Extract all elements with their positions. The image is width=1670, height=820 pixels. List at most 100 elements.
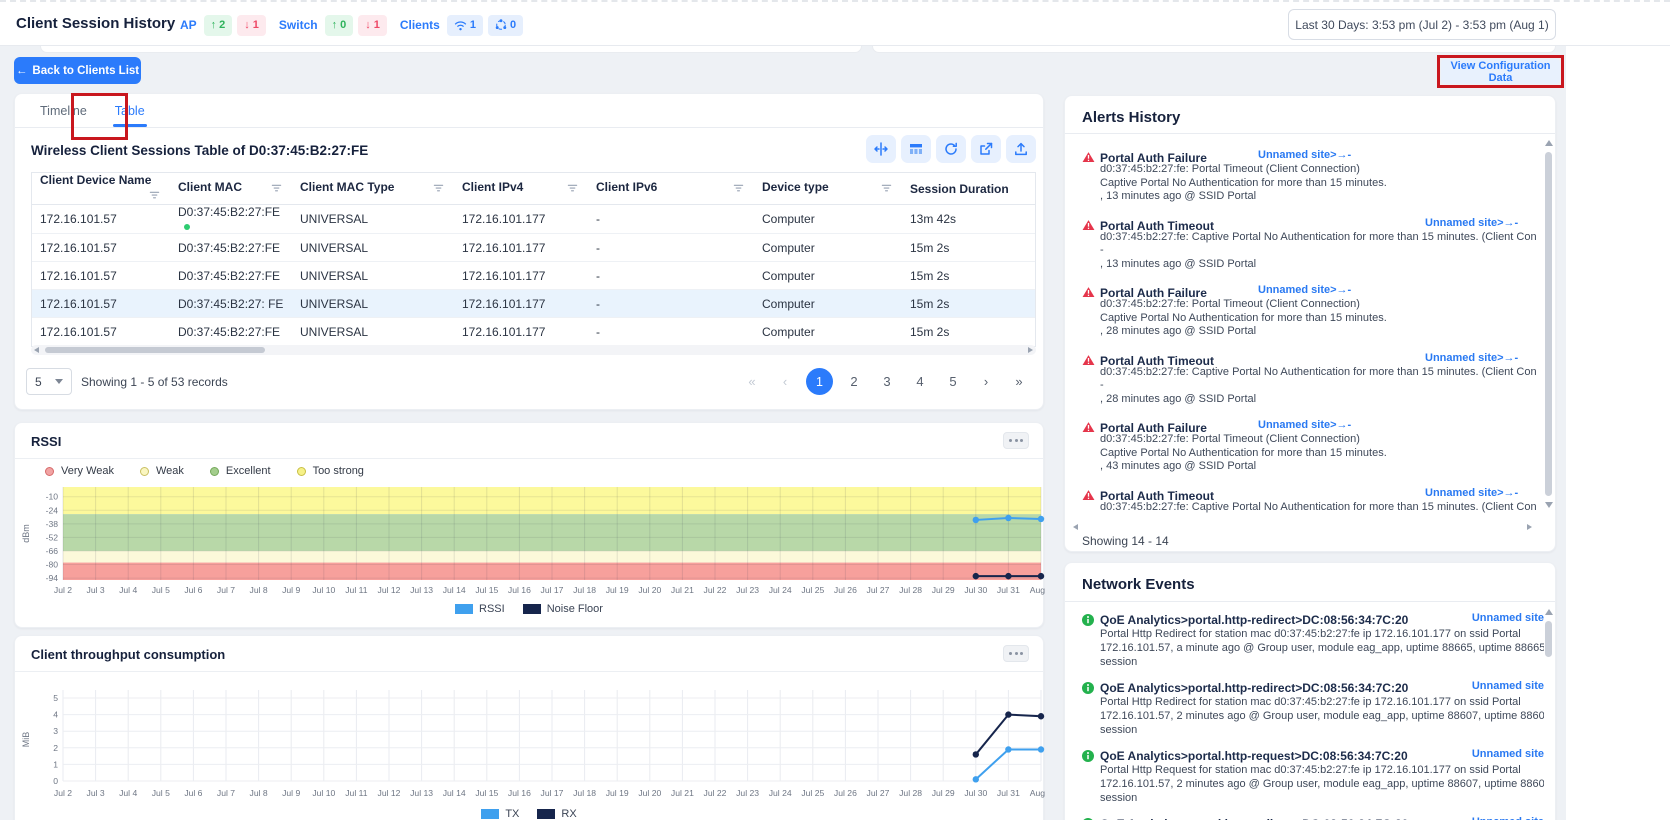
export-icon bbox=[1013, 141, 1029, 157]
alert-header: Portal Auth FailureUnnamed site>→- bbox=[1082, 149, 1537, 163]
pager-last-button[interactable]: » bbox=[1007, 369, 1031, 395]
scroll-right-icon[interactable] bbox=[1028, 347, 1033, 353]
clients-wifi-badge: 1 bbox=[447, 15, 483, 36]
warning-icon bbox=[1082, 150, 1095, 168]
svg-text:Aug 1: Aug 1 bbox=[1030, 788, 1045, 798]
pager-page-button[interactable]: 2 bbox=[842, 369, 866, 395]
scroll-up-icon[interactable] bbox=[1545, 140, 1553, 146]
scrollbar-thumb[interactable] bbox=[45, 347, 265, 353]
legend-label: Weak bbox=[156, 465, 184, 477]
back-to-clients-button[interactable]: ← Back to Clients List bbox=[14, 57, 141, 84]
more-options-button[interactable] bbox=[1003, 645, 1029, 662]
filter-icon[interactable] bbox=[433, 183, 444, 197]
site-link[interactable]: Unnamed site>→- bbox=[1425, 487, 1518, 499]
filter-icon[interactable] bbox=[149, 190, 160, 204]
cell-value: 172.16.101.57 bbox=[40, 297, 117, 311]
divider bbox=[1065, 601, 1555, 602]
alert-title: Portal Auth Timeout bbox=[1100, 489, 1214, 503]
pager-page-button[interactable]: 1 bbox=[806, 368, 833, 395]
column-label: Client Device Name bbox=[40, 173, 151, 187]
pager-next-button[interactable]: › bbox=[974, 369, 998, 395]
series-legend-item: TX bbox=[481, 808, 519, 820]
table-header-row: Client Device Name Client MAC Client MAC T… bbox=[32, 173, 1035, 205]
alerts-page-right-icon[interactable] bbox=[1527, 524, 1532, 530]
export-button[interactable] bbox=[1006, 135, 1036, 163]
tab-table[interactable]: Table bbox=[101, 94, 159, 127]
filter-icon[interactable] bbox=[881, 183, 892, 197]
svg-text:Aug 1: Aug 1 bbox=[1030, 585, 1045, 595]
column-label: Client MAC Type bbox=[300, 180, 394, 194]
svg-text:Jul 25: Jul 25 bbox=[801, 788, 824, 798]
scroll-up-icon[interactable] bbox=[1545, 609, 1553, 615]
event-message-line: Portal Http Request for station mac d0:3… bbox=[1100, 763, 1544, 777]
table-toolbar bbox=[866, 135, 1036, 163]
table-row[interactable]: 172.16.101.57D0:37:45:B2:27:FEUNIVERSAL1… bbox=[32, 318, 1035, 346]
horizontal-scrollbar[interactable] bbox=[31, 345, 1036, 355]
site-link[interactable]: Unnamed site bbox=[1472, 748, 1544, 760]
filter-icon[interactable] bbox=[567, 183, 578, 197]
site-link[interactable]: Unnamed site>→- bbox=[1425, 352, 1518, 364]
more-options-button[interactable] bbox=[1003, 432, 1029, 449]
alert-message-line: , 28 minutes ago @ SSID Portal bbox=[1100, 325, 1537, 339]
alert-header: Portal Auth FailureUnnamed site>→- bbox=[1082, 284, 1537, 298]
scroll-down-icon[interactable] bbox=[1545, 502, 1553, 508]
info-icon bbox=[1082, 681, 1094, 699]
columns-settings-button[interactable] bbox=[901, 135, 931, 163]
filter-icon[interactable] bbox=[733, 183, 744, 197]
cell-value: 15m 2s bbox=[910, 241, 949, 255]
date-range-picker[interactable]: Last 30 Days: 3:53 pm (Jul 2) - 3:53 pm … bbox=[1288, 9, 1556, 40]
alerts-scrollbar-thumb[interactable] bbox=[1545, 152, 1552, 496]
svg-text:-52: -52 bbox=[46, 532, 59, 542]
status-legend-item: Too strong bbox=[297, 465, 364, 477]
column-resize-button[interactable] bbox=[866, 135, 896, 163]
pager-page-button[interactable]: 3 bbox=[875, 369, 899, 395]
site-link[interactable]: Unnamed site>→- bbox=[1258, 284, 1351, 296]
column-header: Client MAC bbox=[170, 173, 292, 205]
table-row[interactable]: 172.16.101.57D0:37:45:B2:27:FEUNIVERSAL1… bbox=[32, 262, 1035, 290]
column-resize-icon bbox=[873, 141, 889, 157]
table-row[interactable]: 172.16.101.57D0:37:45:B2:27:FEUNIVERSAL1… bbox=[32, 234, 1035, 262]
pager-prev-button[interactable]: ‹ bbox=[773, 369, 797, 395]
site-link[interactable]: Unnamed site>→- bbox=[1258, 419, 1351, 431]
pager-first-button[interactable]: « bbox=[740, 369, 764, 395]
legend-label: Very Weak bbox=[61, 465, 114, 477]
info-icon bbox=[1082, 613, 1094, 631]
events-scrollbar-thumb[interactable] bbox=[1545, 621, 1552, 657]
site-link[interactable]: Unnamed site>→- bbox=[1258, 149, 1351, 161]
tab-timeline[interactable]: Timeline bbox=[26, 94, 101, 127]
filter-icon[interactable] bbox=[271, 183, 282, 197]
site-link[interactable]: Unnamed site bbox=[1472, 680, 1544, 692]
event-header: QoE Analytics>portal.http-redirect>DC:08… bbox=[1082, 815, 1544, 820]
legend-label: Excellent bbox=[226, 465, 271, 477]
alerts-page-left-icon[interactable] bbox=[1073, 524, 1078, 530]
refresh-button[interactable] bbox=[936, 135, 966, 163]
cell-value: 172.16.101.177 bbox=[462, 297, 545, 311]
alerts-list: Portal Auth FailureUnnamed site>→-d0:37:… bbox=[1082, 141, 1537, 515]
svg-text:MiB: MiB bbox=[21, 732, 31, 748]
table-cell: Computer bbox=[754, 205, 902, 234]
table-row[interactable]: 172.16.101.57D0:37:45:B2:27:FEUNIVERSAL1… bbox=[32, 205, 1035, 234]
scroll-left-icon[interactable] bbox=[34, 347, 39, 353]
site-link[interactable]: Unnamed site>→- bbox=[1425, 217, 1518, 229]
svg-text:Jul 14: Jul 14 bbox=[443, 585, 466, 595]
pager-page-button[interactable]: 4 bbox=[908, 369, 932, 395]
open-external-button[interactable] bbox=[971, 135, 1001, 163]
svg-text:3: 3 bbox=[53, 726, 58, 736]
svg-text:Jul 28: Jul 28 bbox=[899, 788, 922, 798]
table-cell: Computer bbox=[754, 318, 902, 346]
table-row[interactable]: 172.16.101.57D0:37:45:B2:27: FEUNIVERSAL… bbox=[32, 290, 1035, 318]
site-link[interactable]: Unnamed site bbox=[1472, 612, 1544, 624]
arrow-up-icon: ↑ bbox=[332, 19, 338, 31]
svg-text:Jul 24: Jul 24 bbox=[769, 585, 792, 595]
cell-value: D0:37:45:B2:27:FE bbox=[178, 269, 280, 283]
svg-text:Jul 20: Jul 20 bbox=[638, 788, 661, 798]
table-cell: - bbox=[588, 234, 754, 262]
table-cell: - bbox=[588, 318, 754, 346]
pager-page-button[interactable]: 5 bbox=[941, 369, 965, 395]
sessions-table: Client Device Name Client MAC Client MAC T… bbox=[31, 172, 1036, 347]
site-link[interactable]: Unnamed site bbox=[1472, 816, 1544, 820]
alert-message-line: d0:37:45:b2:27:fe: Portal Timeout (Clien… bbox=[1100, 298, 1537, 312]
arrow-down-icon: ↓ bbox=[244, 19, 250, 31]
page-size-select[interactable]: 5 bbox=[26, 368, 72, 395]
sessions-table-title: Wireless Client Sessions Table of D0:37:… bbox=[31, 143, 368, 158]
